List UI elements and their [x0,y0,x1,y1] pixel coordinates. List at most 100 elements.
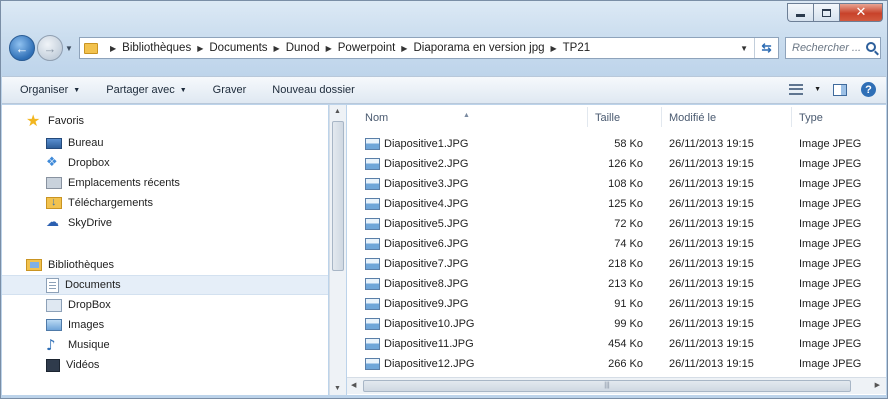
view-options-icon[interactable] [789,84,804,95]
file-row[interactable]: Diapositive3.JPG 108 Ko 26/11/2013 19:15… [347,175,886,195]
scroll-right-icon[interactable]: ▶ [875,381,880,389]
organize-menu[interactable]: Organiser ▼ [20,84,80,96]
file-row[interactable]: Diapositive5.JPG 72 Ko 26/11/2013 19:15 … [347,215,886,235]
horizontal-scrollbar[interactable]: ◀ ||| ▶ [347,377,886,394]
nav-item-skydrive[interactable]: ☁ SkyDrive [2,213,328,233]
nav-libraries[interactable]: Bibliothèques [2,255,328,275]
nav-item-videos[interactable]: Vidéos [2,355,328,375]
file-name: Diapositive1.JPG [384,138,469,150]
recent-pages-dropdown[interactable]: ▼ [63,44,75,53]
column-size[interactable]: Taille [595,112,620,124]
nav-item-recent-places[interactable]: Emplacements récents [2,173,328,193]
jpeg-file-icon [365,198,380,210]
file-type: Image JPEG [799,178,862,190]
nav-item-downloads[interactable]: Téléchargements [2,193,328,213]
scroll-thumb[interactable] [332,121,344,271]
file-row[interactable]: Diapositive9.JPG 91 Ko 26/11/2013 19:15 … [347,295,886,315]
file-size: 213 Ko [608,278,643,290]
jpeg-file-icon [365,278,380,290]
nav-item-label: Bureau [68,137,104,149]
nav-item-images[interactable]: Images [2,315,328,335]
burn-button[interactable]: Graver [213,84,247,96]
minimize-button[interactable] [787,3,813,22]
file-row[interactable]: Diapositive6.JPG 74 Ko 26/11/2013 19:15 … [347,235,886,255]
chevron-right-icon[interactable]: ▶ [551,44,557,53]
maximize-button[interactable] [813,3,839,22]
nav-item-label: Emplacements récents [68,177,180,189]
file-row[interactable]: Diapositive2.JPG 126 Ko 26/11/2013 19:15… [347,155,886,175]
file-row[interactable]: Diapositive1.JPG 58 Ko 26/11/2013 19:15 … [347,135,886,155]
breadcrumb-bibliotheques[interactable]: Bibliothèques [122,42,191,54]
nav-item-label: DropBox [68,299,111,311]
file-modified: 26/11/2013 19:15 [669,338,754,350]
address-bar[interactable]: ▶ Bibliothèques ▶ Documents ▶ Dunod ▶ Po… [79,37,779,59]
refresh-button[interactable]: ⇆ [754,38,778,58]
nav-scrollbar[interactable]: ▲ ▼ [329,105,346,395]
address-dropdown-icon[interactable]: ▼ [740,44,748,53]
file-modified: 26/11/2013 19:15 [669,138,754,150]
nav-item-documents[interactable]: Documents [2,275,328,295]
file-name: Diapositive6.JPG [384,238,469,250]
search-icon[interactable] [866,42,876,52]
help-icon[interactable]: ? [861,82,876,97]
jpeg-file-icon [365,178,380,190]
chevron-right-icon[interactable]: ▶ [274,44,280,53]
column-type[interactable]: Type [799,112,823,124]
file-type: Image JPEG [799,278,862,290]
file-modified: 26/11/2013 19:15 [669,318,754,330]
chevron-right-icon[interactable]: ▶ [110,44,116,53]
file-row[interactable]: Diapositive10.JPG 99 Ko 26/11/2013 19:15… [347,315,886,335]
column-divider[interactable] [791,107,792,127]
file-size: 58 Ko [614,138,643,150]
file-row[interactable]: Diapositive12.JPG 266 Ko 26/11/2013 19:1… [347,355,886,375]
jpeg-file-icon [365,358,380,370]
breadcrumb-diaporama[interactable]: Diaporama en version jpg [413,42,544,54]
breadcrumb-tp21[interactable]: TP21 [563,42,591,54]
chevron-right-icon[interactable]: ▶ [326,44,332,53]
nav-item-label: Vidéos [66,359,100,371]
forward-button[interactable]: → [37,35,63,61]
file-type: Image JPEG [799,358,862,370]
share-menu[interactable]: Partager avec ▼ [106,84,186,96]
file-row[interactable]: Diapositive4.JPG 125 Ko 26/11/2013 19:15… [347,195,886,215]
nav-favorites[interactable]: ★ Favoris [2,111,328,131]
column-divider[interactable] [587,107,588,127]
chevron-down-icon: ▼ [73,86,81,94]
column-modified[interactable]: Modifié le [669,112,716,124]
nav-libraries-label: Bibliothèques [48,259,115,271]
explorer-window: ✕ ← → ▼ ▶ Bibliothèques ▶ Documents ▶ Du… [0,0,888,399]
nav-favorites-label: Favoris [48,115,85,127]
back-button[interactable]: ← [9,35,35,61]
nav-item-dropbox-library[interactable]: DropBox [2,295,328,315]
file-row[interactable]: Diapositive11.JPG 454 Ko 26/11/2013 19:1… [347,335,886,355]
file-row[interactable]: Diapositive7.JPG 218 Ko 26/11/2013 19:15… [347,255,886,275]
nav-item-dropbox[interactable]: ❖ Dropbox [2,153,328,173]
file-type: Image JPEG [799,198,862,210]
scroll-down-icon[interactable]: ▼ [334,385,341,392]
dropbox-folder-icon [46,298,62,312]
scroll-left-icon[interactable]: ◀ [351,381,356,389]
new-folder-button[interactable]: Nouveau dossier [272,84,355,96]
scroll-up-icon[interactable]: ▲ [334,108,341,115]
file-row[interactable]: Diapositive8.JPG 213 Ko 26/11/2013 19:15… [347,275,886,295]
column-divider[interactable] [661,107,662,127]
search-input[interactable]: Rechercher ... [785,37,881,59]
scroll-thumb[interactable]: ||| [363,380,851,392]
preview-pane-icon[interactable] [833,83,847,96]
nav-item-bureau[interactable]: Bureau [2,133,328,153]
column-name[interactable]: Nom [365,112,388,124]
command-bar: Organiser ▼ Partager avec ▼ Graver Nouveau… [2,76,886,104]
file-modified: 26/11/2013 19:15 [669,198,754,210]
file-name: Diapositive9.JPG [384,298,469,310]
chevron-right-icon[interactable]: ▶ [197,44,203,53]
breadcrumb-documents[interactable]: Documents [209,42,267,54]
breadcrumb-dunod[interactable]: Dunod [286,42,320,54]
close-button[interactable]: ✕ [839,3,883,22]
chevron-right-icon[interactable]: ▶ [401,44,407,53]
nav-item-label: Dropbox [68,157,110,169]
nav-item-label: Images [68,319,105,331]
file-size: 91 Ko [614,298,643,310]
nav-item-music[interactable]: ♪ Musique [2,335,328,355]
breadcrumb-powerpoint[interactable]: Powerpoint [338,42,396,54]
chevron-down-icon[interactable]: ▼ [814,86,821,93]
